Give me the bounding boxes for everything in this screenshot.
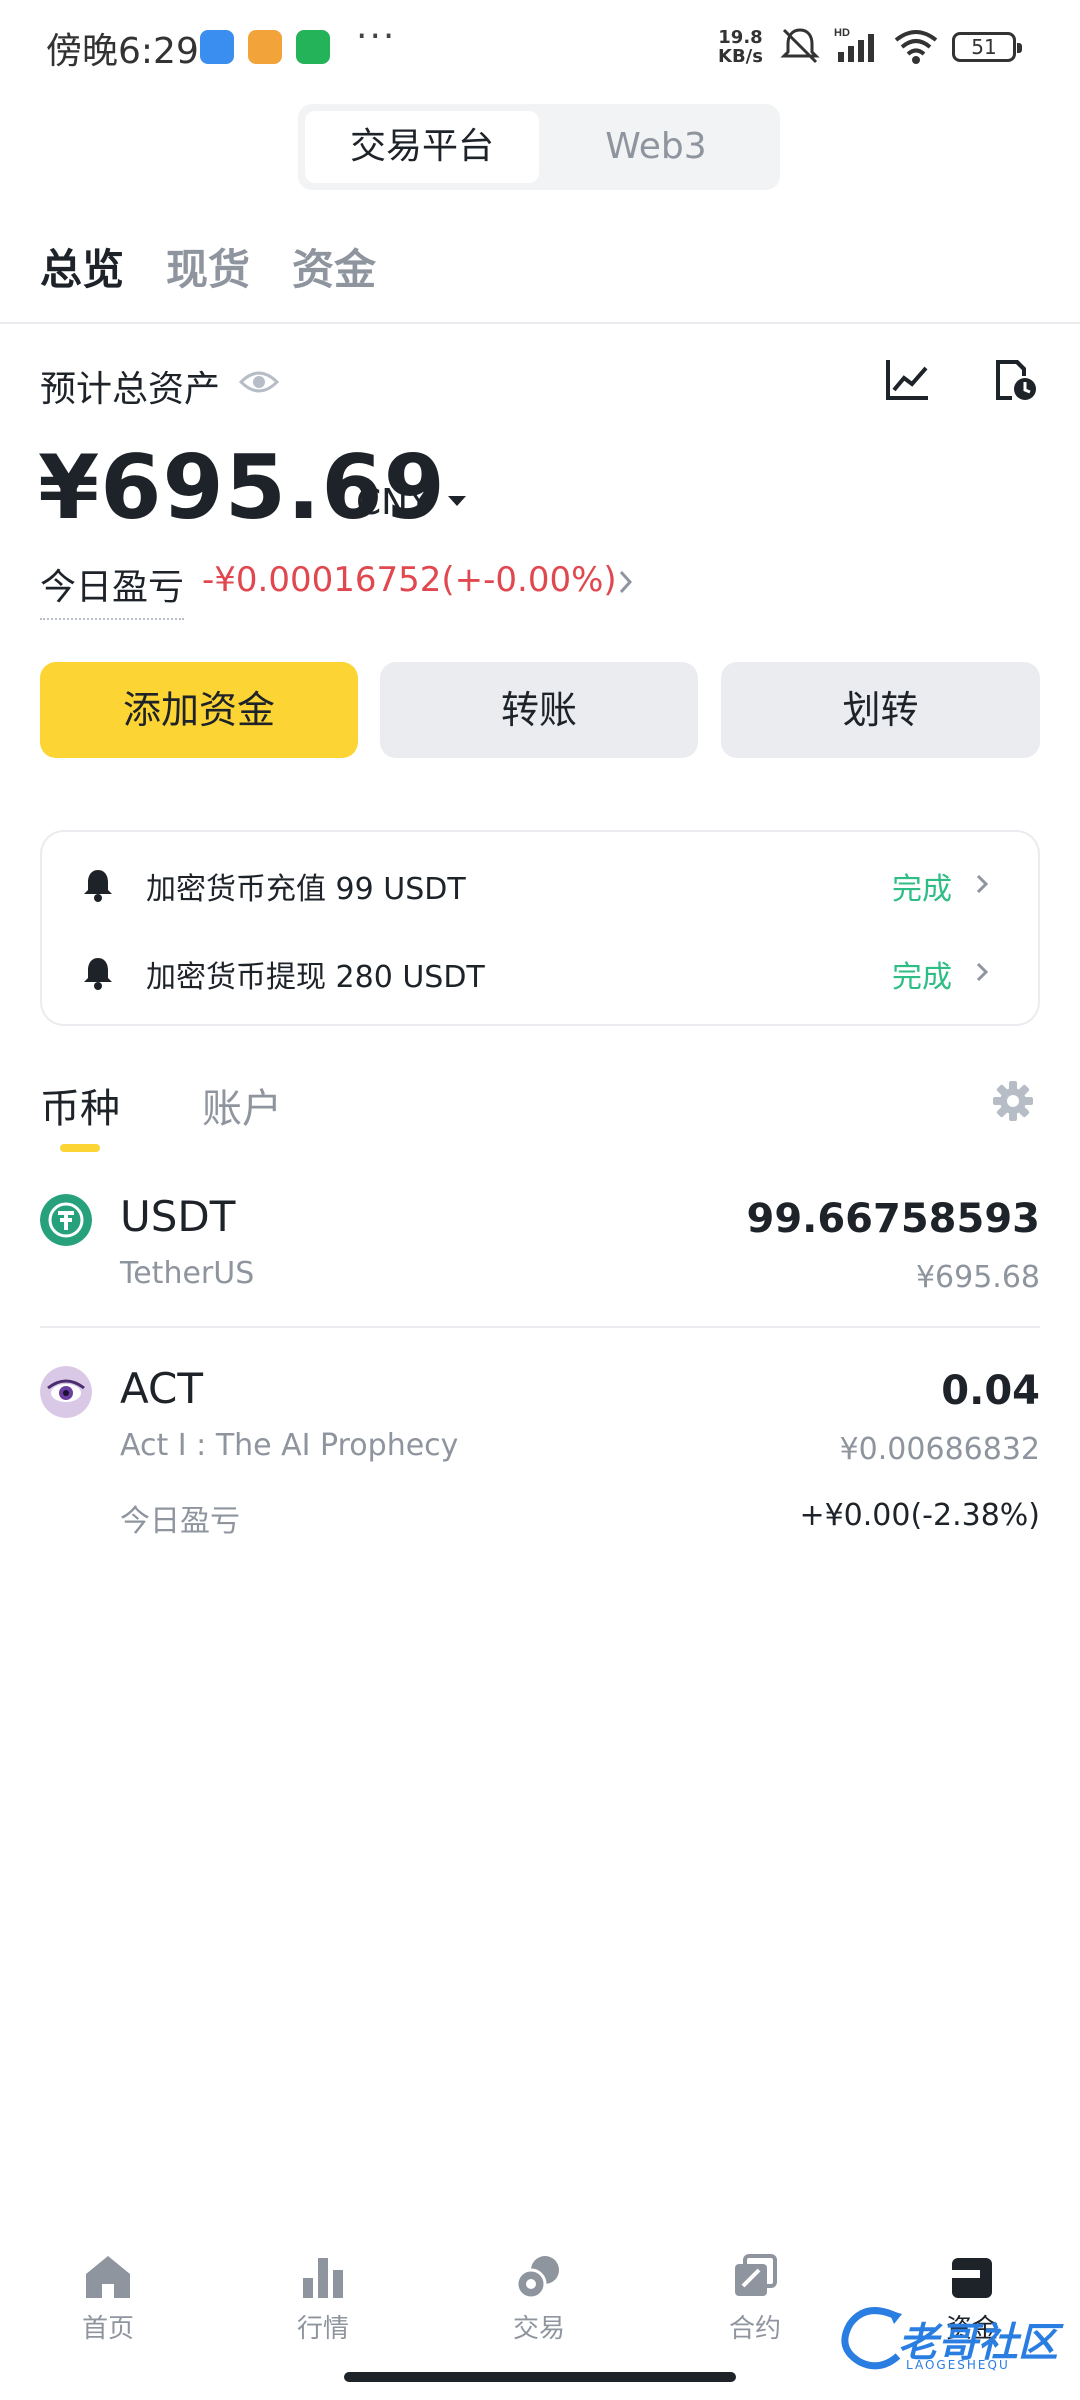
trade-icon	[515, 2256, 559, 2300]
nav-label: 合约	[728, 2314, 781, 2344]
more-notifications-icon: ···	[356, 16, 397, 57]
estimated-assets-label: 预计总资产	[40, 369, 221, 410]
nav-label: 交易	[512, 2314, 565, 2344]
bell-icon	[84, 870, 112, 902]
svg-text:HD: HD	[834, 27, 850, 39]
nav-label: 首页	[81, 2314, 134, 2344]
tab-overview[interactable]: 总览	[40, 236, 124, 297]
tab-accounts[interactable]: 账户	[202, 1076, 282, 1134]
signal-icon: HD	[834, 27, 874, 62]
platform-switch: 交易平台 Web3	[298, 104, 780, 190]
eye-icon[interactable]	[238, 364, 280, 400]
notice-status: 完成	[892, 960, 952, 995]
notice-item[interactable]: 加密货币提现 280 USDT 完成	[42, 938, 1038, 1008]
nav-markets[interactable]: 行情	[263, 2254, 383, 2345]
asset-value: ¥695.68	[915, 1260, 1040, 1295]
chart-icon[interactable]	[884, 356, 930, 402]
nav-futures[interactable]: 合约	[695, 2254, 815, 2345]
notice-text: 加密货币提现 280 USDT	[146, 960, 485, 995]
notice-card: 加密货币充值 99 USDT 完成 加密货币提现 280 USDT 完成	[40, 830, 1040, 1026]
act-logo-icon	[40, 1366, 92, 1418]
caret-down-icon[interactable]	[446, 494, 468, 508]
chevron-right-icon	[976, 962, 989, 982]
history-icon[interactable]	[992, 356, 1038, 402]
chevron-right-icon	[976, 874, 989, 894]
battery-icon: 51	[952, 32, 1022, 62]
asset-value: ¥0.00686832	[839, 1432, 1040, 1467]
markets-icon	[303, 2258, 343, 2298]
internal-transfer-button[interactable]: 划转	[721, 662, 1040, 758]
asset-name: Act I : The AI Prophecy	[120, 1428, 459, 1463]
today-pnl-value: -¥0.00016752(+-0.00%)	[202, 560, 617, 600]
home-icon	[86, 2256, 130, 2298]
mail-notification-icon	[248, 30, 282, 64]
asset-symbol: ACT	[120, 1364, 203, 1413]
tab-coins[interactable]: 币种	[40, 1076, 120, 1134]
usdt-logo-icon	[40, 1194, 92, 1246]
nav-trade[interactable]: 交易	[479, 2254, 599, 2345]
asset-amount: 99.66758593	[746, 1196, 1040, 1242]
notice-item[interactable]: 加密货币充值 99 USDT 完成	[42, 850, 1038, 920]
wifi-icon	[894, 30, 938, 64]
asset-row[interactable]: USDT TetherUS 99.66758593 ¥695.68	[40, 1190, 1040, 1328]
bell-icon	[84, 958, 112, 990]
asset-tabs: 币种 账户	[40, 1076, 282, 1134]
active-tab-indicator	[60, 1144, 100, 1152]
futures-icon	[735, 2254, 777, 2296]
wallet-tabs: 总览 现货 资金	[40, 236, 376, 297]
tab-spot[interactable]: 现货	[166, 236, 250, 297]
asset-pnl-value: +¥0.00(-2.38%)	[799, 1498, 1040, 1533]
asset-amount: 0.04	[941, 1368, 1040, 1414]
asset-symbol: USDT	[120, 1192, 236, 1241]
mute-icon	[780, 28, 820, 64]
nav-label: 行情	[296, 2314, 349, 2344]
asset-name: TetherUS	[120, 1256, 255, 1291]
dragon-logo-icon	[841, 2307, 902, 2370]
today-pnl-label[interactable]: 今日盈亏	[40, 558, 185, 620]
phone-notification-icon	[296, 30, 330, 64]
transfer-button[interactable]: 转账	[380, 662, 698, 758]
add-funds-button[interactable]: 添加资金	[40, 662, 358, 758]
watermark-logo: 老哥社区 LAOGESHEQU	[836, 2298, 1066, 2378]
app-notification-icon	[200, 30, 234, 64]
watermark-subtext: LAOGESHEQU	[906, 2358, 1010, 2372]
chevron-right-icon[interactable]	[616, 568, 636, 596]
network-speed: 19.8 KB/s	[718, 27, 763, 67]
asset-row[interactable]: ACT Act I : The AI Prophecy 0.04 ¥0.0068…	[40, 1362, 1040, 1552]
divider	[0, 322, 1080, 324]
switch-exchange[interactable]: 交易平台	[305, 111, 539, 183]
asset-pnl-label: 今日盈亏	[120, 1504, 240, 1539]
nav-home[interactable]: 首页	[48, 2254, 168, 2345]
home-indicator[interactable]	[344, 2372, 736, 2382]
gear-icon[interactable]	[992, 1080, 1034, 1122]
status-bar: 傍晚6:29 ··· 19.8 KB/s HD 51	[0, 0, 1080, 96]
wallet-icon	[952, 2258, 992, 2298]
status-time: 傍晚6:29	[46, 31, 199, 72]
tab-funding[interactable]: 资金	[292, 236, 376, 297]
notice-text: 加密货币充值 99 USDT	[146, 872, 466, 907]
notice-status: 完成	[892, 872, 952, 907]
currency-selector[interactable]: CNY	[356, 482, 430, 523]
switch-web3[interactable]: Web3	[539, 111, 773, 183]
